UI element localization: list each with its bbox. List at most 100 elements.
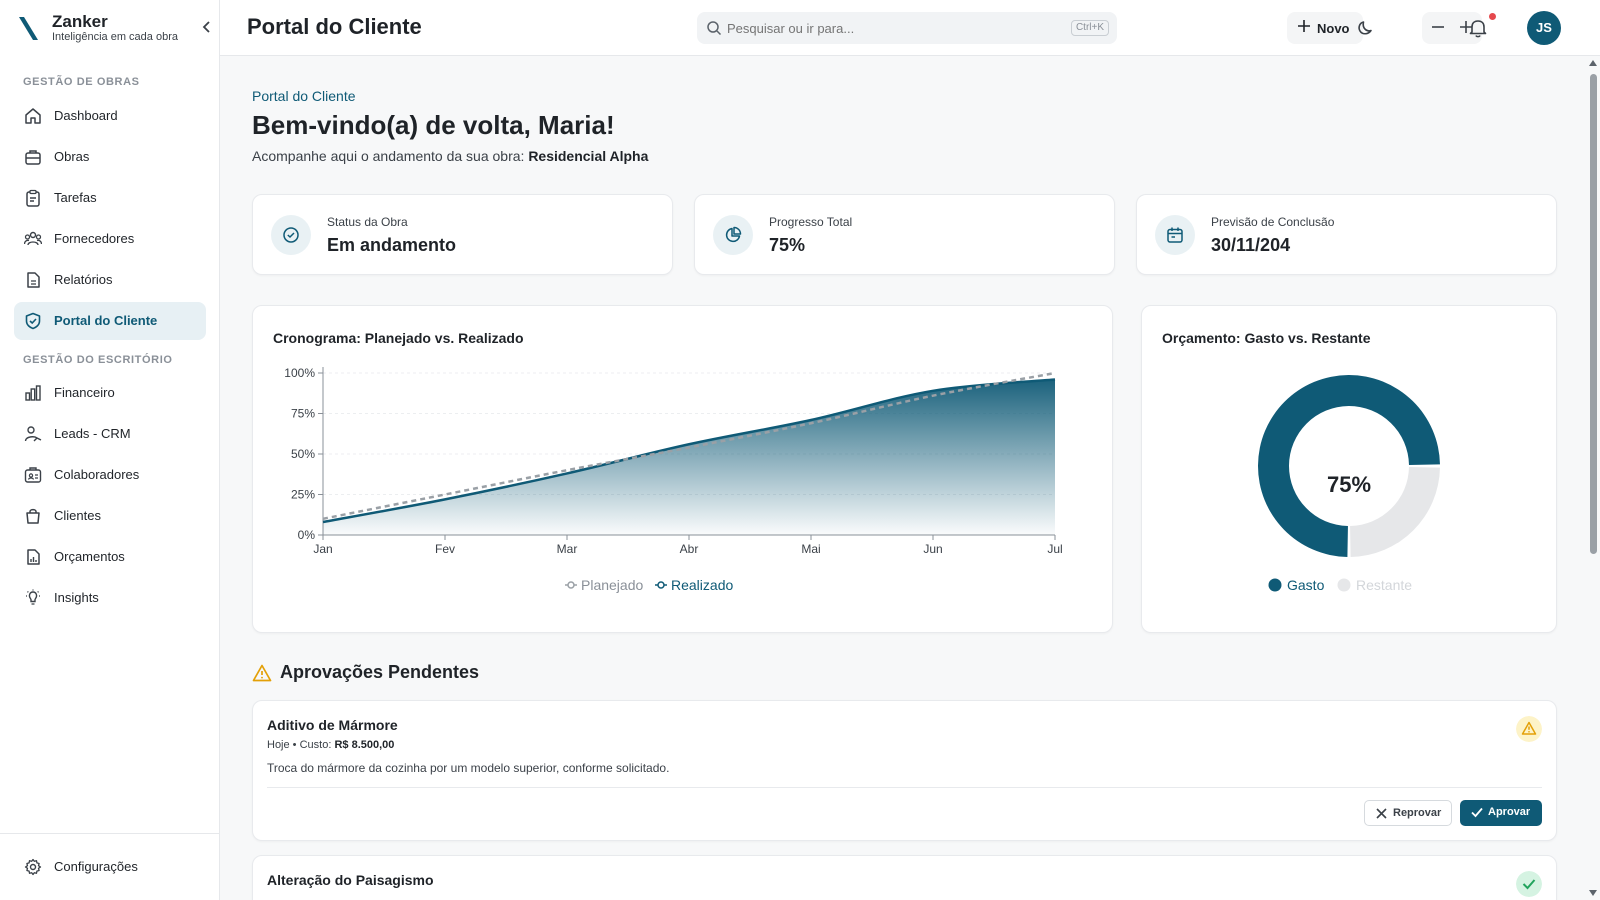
stat-value: 30/11/204 [1211,235,1291,255]
x-tick-label: Abr [680,542,699,556]
check-circle-icon [271,215,311,255]
file-icon [27,272,40,288]
briefcase-icon [25,150,41,165]
new-button-label: Novo [1317,21,1350,36]
file-chart-icon [27,549,40,565]
x-tick-label: Jun [923,542,942,556]
welcome-heading: Bem-vindo(a) de volta, Maria! [252,110,615,140]
x-tick-label: Mai [801,542,820,556]
shopping-bag-icon [26,508,40,524]
welcome-subtitle: Acompanhe aqui o andamento da sua obra: … [252,148,648,164]
section-title-obras: GESTÃO DE OBRAS [23,76,140,88]
scroll-down-icon[interactable] [1589,890,1597,898]
legend-marker-dot [567,581,575,589]
reject-button-label: Reprovar [1393,807,1442,819]
sidebar-item-label: Portal do Cliente [54,313,158,328]
section-title-escritorio: GESTÃO DO ESCRITÓRIO [23,354,173,366]
realizado-area [323,379,1055,535]
calendar-icon [1155,215,1195,255]
collapse-sidebar-icon[interactable] [202,20,214,36]
x-tick-label: Mar [557,542,578,556]
approval-description: Troca do mármore da cozinha por um model… [267,761,670,775]
sidebar-item-label: Financeiro [54,385,115,400]
schedule-chart-panel: Cronograma: Planejado vs. Realizado 0% 25… [252,305,1113,633]
budget-chart: 75% Gasto Restante [1258,375,1440,593]
home-icon [25,108,41,124]
y-tick-label: 100% [284,366,315,380]
stat-label: Status da Obra [327,215,408,229]
approval-meta: Hoje • Custo: R$ 8.500,00 [267,739,395,751]
search-icon [707,21,722,36]
y-tick-label: 25% [291,488,315,502]
sidebar-item-label: Dashboard [54,108,118,123]
sidebar-item-financeiro[interactable]: Financeiro [14,374,206,412]
sidebar-item-tarefas[interactable]: Tarefas [14,179,206,217]
page-title: Portal do Cliente [247,14,422,39]
legend-marker-dot [657,581,665,589]
sidebar-item-label: Clientes [54,508,101,523]
approval-card: Aditivo de Mármore Hoje • Custo: R$ 8.50… [252,700,1557,841]
users-icon [24,231,42,246]
approval-cost-label: Custo: [299,739,332,751]
sidebar-item-obras[interactable]: Obras [14,138,206,176]
stat-card-completion: Previsão de Conclusão 30/11/204 [1136,194,1557,275]
id-card-icon [24,467,42,483]
scroll-up-icon[interactable] [1589,60,1597,68]
sidebar-item-orcamentos[interactable]: Orçamentos [14,538,206,576]
brand-name: Zanker [52,12,108,31]
stat-value: 75% [769,235,806,255]
search-input[interactable] [727,12,1047,44]
sidebar-item-clientes[interactable]: Clientes [14,497,206,535]
bar-chart-icon [25,385,41,401]
search-bar[interactable]: Ctrl+K [697,12,1117,44]
approve-button[interactable]: Aprovar [1460,800,1542,826]
sidebar-item-label: Obras [54,149,90,164]
sidebar-item-label: Fornecedores [54,231,135,246]
reject-button[interactable]: Reprovar [1364,800,1452,826]
approve-button-label: Aprovar [1488,806,1531,818]
x-tick-label: Jan [313,542,332,556]
avatar[interactable]: JS [1527,11,1561,45]
sidebar-item-leads-crm[interactable]: Leads - CRM [14,415,206,453]
approval-card: Alteração do Paisagismo [252,855,1557,900]
new-button[interactable]: Novo [1287,12,1363,44]
zoom-out-button[interactable] [1426,16,1450,40]
y-tick-label: 75% [291,407,315,421]
scroll-thumb[interactable] [1590,74,1597,554]
dark-mode-toggle-icon[interactable] [1354,17,1376,39]
stat-label: Progresso Total [769,215,853,229]
gear-icon [24,858,42,876]
sidebar-item-dashboard[interactable]: Dashboard [14,97,206,135]
sidebar-item-label: Relatórios [54,272,113,287]
legend-label: Realizado [671,577,733,593]
sidebar-item-label: Orçamentos [54,549,125,564]
sidebar-item-portal-do-cliente[interactable]: Portal do Cliente [14,302,206,340]
x-tick-label: Jul [1047,542,1062,556]
budget-chart-panel: Orçamento: Gasto vs. Restante 75% Gasto Re… [1141,305,1557,633]
sidebar-item-insights[interactable]: Insights [14,579,206,617]
brand-logo-icon [19,17,38,40]
approvals-section-title: Aprovações Pendentes [280,662,480,682]
x-tick-label: Fev [435,542,455,556]
check-badge-icon [1516,871,1542,897]
stat-card-status: Status da Obra Em andamento [252,194,673,275]
topbar: Portal do Cliente Ctrl+K Novo JS [220,0,1600,56]
brand[interactable]: Zanker Inteligência em cada obra [16,12,216,46]
approval-divider [267,787,1542,788]
sidebar-item-label: Configurações [54,859,138,874]
page-scrollbar[interactable] [1586,56,1600,900]
legend-swatch [1337,578,1351,592]
y-tick-label: 0% [298,528,316,542]
clipboard-icon [26,189,40,207]
sidebar-item-relatorios[interactable]: Relatórios [14,261,206,299]
sidebar-item-configuracoes[interactable]: Configurações [14,848,206,886]
bell-icon[interactable] [1467,17,1489,39]
breadcrumb[interactable]: Portal do Cliente [252,88,356,104]
project-name: Residencial Alpha [528,148,649,164]
sidebar-item-fornecedores[interactable]: Fornecedores [14,220,206,258]
legend-label: Planejado [581,577,643,593]
sidebar-item-colaboradores[interactable]: Colaboradores [14,456,206,494]
close-icon [1376,808,1387,819]
sidebar-item-label: Insights [54,590,99,605]
warning-badge-icon [1516,716,1542,742]
